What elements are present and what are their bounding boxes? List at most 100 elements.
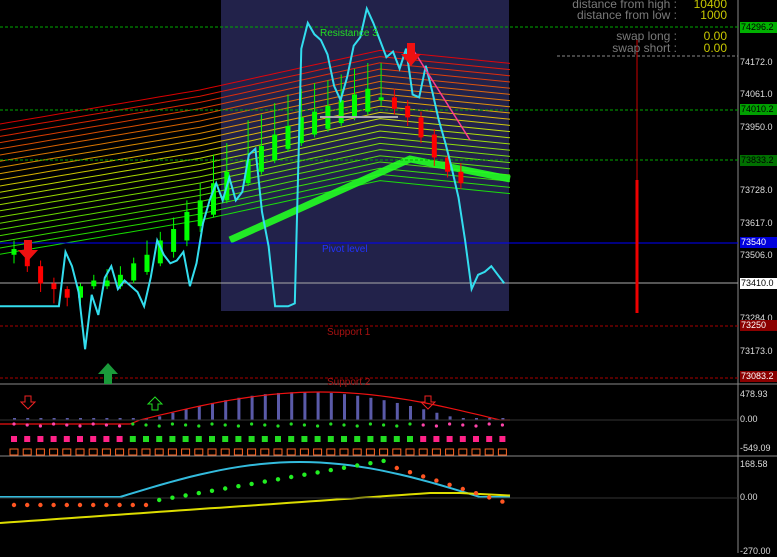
oscillator-1-tick: -549.09 <box>740 443 771 453</box>
oscillator-1-bar <box>329 392 333 420</box>
oscillator-1-signal-box <box>169 436 176 442</box>
info-row: distance from low : 1000 <box>557 9 735 21</box>
oscillator-1-bar <box>263 394 267 420</box>
oscillator-1-dot <box>342 423 346 427</box>
pivot-price-tag: 73540 <box>740 237 777 248</box>
oscillator-2-dot <box>209 488 215 493</box>
oscillator-1-dot <box>276 424 280 428</box>
oscillator-1-tick: 478.93 <box>740 389 768 399</box>
candle-body <box>285 125 291 149</box>
oscillator-2-tick: 0.00 <box>740 492 758 502</box>
candle-body <box>405 105 411 118</box>
oscillator-1-bar <box>382 400 386 420</box>
oscillator-1-bar <box>184 409 188 420</box>
oscillator-1-signal-box <box>156 436 163 442</box>
oscillator-1-dot <box>52 422 56 426</box>
candle-body <box>64 289 70 298</box>
price-tick: 73173.0 <box>740 346 773 356</box>
oscillator-1-signal-box <box>473 436 479 442</box>
oscillator-1-dot <box>316 424 320 428</box>
oscillator-1-dot <box>144 423 148 427</box>
oscillator-1-dot <box>474 424 478 428</box>
candle-body <box>312 111 318 135</box>
oscillator-1-dot <box>461 423 465 427</box>
oscillator-1-signal-box <box>341 436 347 442</box>
candle-body <box>391 97 397 109</box>
oscillator-1-signal-box <box>367 436 374 442</box>
oscillator-2-dot <box>328 467 333 473</box>
oscillator-1-dot <box>448 422 452 426</box>
oscillator-2-dot <box>381 458 386 464</box>
oscillator-2-dot <box>104 502 109 508</box>
oscillator-1-dot <box>65 423 69 427</box>
oscillator-2-dot <box>275 477 281 482</box>
candle-body <box>352 94 357 118</box>
oscillator-2-dot <box>196 490 201 496</box>
candle-body <box>197 200 203 227</box>
oscillator-2-dot <box>434 478 439 483</box>
oscillator-2-dot <box>460 486 465 492</box>
oscillator-1-bar <box>171 412 175 420</box>
oscillator-2-dot <box>447 482 452 487</box>
oscillator-1-signal-box <box>143 436 149 442</box>
oscillator-2-dot <box>223 486 228 491</box>
oscillator-1-dot <box>500 423 504 427</box>
oscillator-1-dot <box>210 422 214 426</box>
oscillator-1-dot <box>170 422 174 426</box>
oscillator-2-dot <box>355 463 360 468</box>
support1-price-tag: 73250 <box>740 320 777 331</box>
oscillator-1-dot <box>25 423 29 427</box>
oscillator-1-signal-box <box>433 436 440 442</box>
candle-body <box>338 100 344 124</box>
oscillator-1-dot <box>38 424 43 428</box>
info-label: distance from low : <box>576 8 677 22</box>
oscillator-1-bar <box>395 402 399 420</box>
oscillator-2-dot <box>51 502 56 508</box>
candle-body <box>272 134 278 161</box>
oscillator-2-dot <box>487 495 492 500</box>
oscillator-1-dot <box>157 424 161 428</box>
oscillator-2-dot <box>315 470 320 475</box>
oscillator-2-dot <box>500 499 505 504</box>
oscillator-1-bar <box>158 416 162 420</box>
oscillator-1-signal-box <box>248 436 255 442</box>
oscillator-1-bar <box>303 392 307 420</box>
oscillator-1-dot <box>263 423 267 427</box>
oscillator-1-signal-box <box>195 436 202 442</box>
oscillator-1-bar <box>237 397 241 420</box>
oscillator-1-dot <box>91 422 95 426</box>
oscillator-1-bar <box>435 412 439 420</box>
oscillator-1-dot <box>236 424 240 428</box>
oscillator-1-signal-box <box>235 436 242 442</box>
oscillator-1-signal-box <box>11 436 17 442</box>
oscillator-1-bar <box>409 406 412 420</box>
candle-body <box>458 171 464 184</box>
trading-chart[interactable] <box>0 0 777 553</box>
oscillator-1-signal-box <box>275 436 281 442</box>
oscillator-1-bar <box>224 400 228 420</box>
oscillator-1-dot <box>12 422 16 426</box>
oscillator-1-dot <box>487 422 491 426</box>
oscillator-1-bar <box>422 409 426 420</box>
oscillator-1-signal-box <box>499 436 506 442</box>
oscillator-1-signal-box <box>37 436 44 442</box>
oscillator-2-dot <box>473 491 479 496</box>
info-label: swap short : <box>612 41 677 55</box>
oscillator-1-signal-box <box>24 436 31 442</box>
oscillator-1-dot <box>104 423 108 427</box>
oscillator-1-bar <box>356 395 360 420</box>
oscillator-1-signal-box <box>380 436 387 442</box>
info-panel: distance from high :10400 distance from … <box>557 0 735 21</box>
candle-body <box>91 280 97 287</box>
oscillator-1-signal-box <box>209 436 215 442</box>
oscillator-1-dot <box>382 423 386 427</box>
oscillator-2-tick: 168.58 <box>740 459 768 469</box>
oscillator-1-signal-box <box>50 436 57 442</box>
oscillator-1-dot <box>118 424 122 428</box>
oscillator-2-dot <box>64 502 70 508</box>
oscillator-1-signal-box <box>63 436 70 442</box>
oscillator-1-bar <box>369 397 373 420</box>
oscillator-2-dot <box>25 502 30 508</box>
oscillator-2-dot <box>236 484 241 489</box>
oscillator-2-dot <box>11 502 17 508</box>
